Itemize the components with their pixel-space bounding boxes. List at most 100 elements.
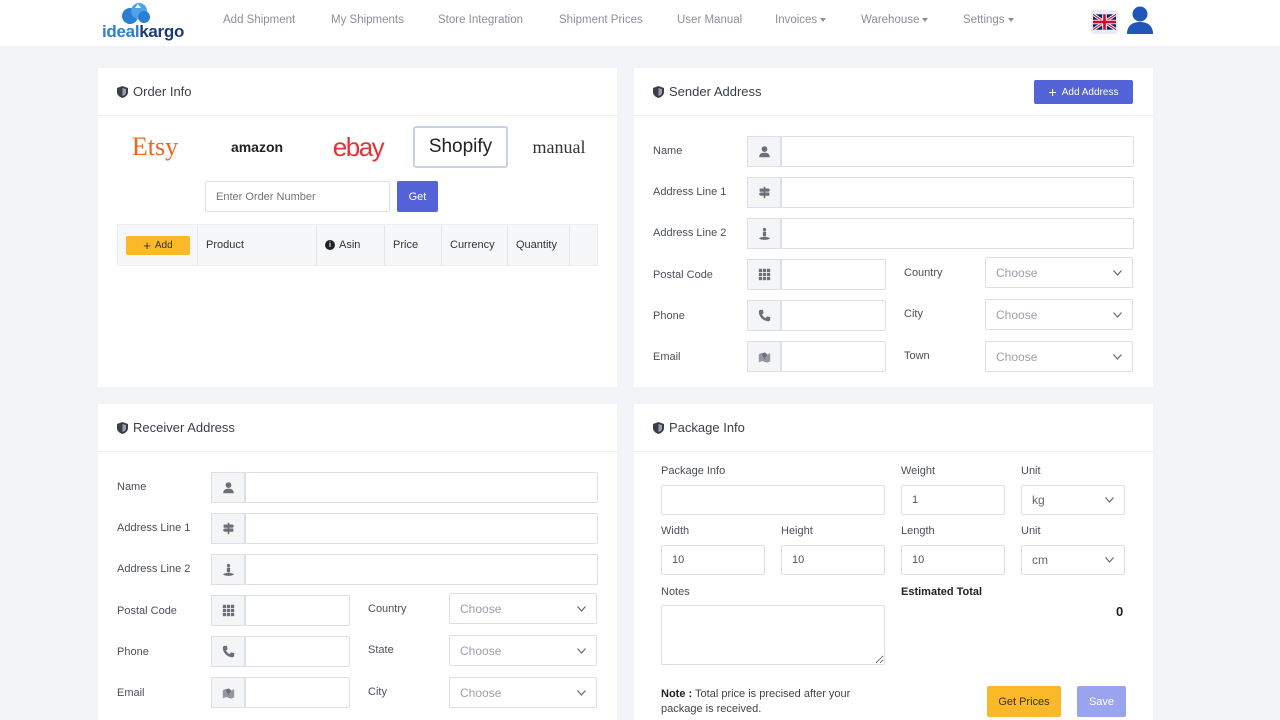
caret-down-icon bbox=[922, 17, 929, 22]
length-input[interactable] bbox=[901, 545, 1005, 575]
plus-icon: + bbox=[1048, 84, 1057, 100]
length-unit-label: Unit bbox=[1021, 525, 1041, 537]
receiver-phone-input[interactable] bbox=[245, 636, 350, 667]
brand-logo[interactable]: idealkargo bbox=[102, 2, 184, 42]
sender-address2-label: Address Line 2 bbox=[653, 227, 727, 239]
nav-shipment-prices[interactable]: Shipment Prices bbox=[559, 14, 643, 26]
save-button[interactable]: Save bbox=[1077, 686, 1126, 717]
sender-address-card: Sender Address + Add Address Name Address… bbox=[634, 68, 1153, 387]
person-icon bbox=[747, 136, 781, 167]
weight-unit-select[interactable]: kg bbox=[1021, 485, 1125, 515]
sender-country-select[interactable]: Choose bbox=[985, 257, 1133, 288]
shield-icon bbox=[117, 421, 128, 434]
chevron-down-icon bbox=[577, 647, 586, 654]
sender-email-input[interactable] bbox=[781, 341, 886, 372]
weight-label: Weight bbox=[901, 465, 936, 477]
weight-unit-label: Unit bbox=[1021, 465, 1041, 477]
top-navbar: idealkargo Add Shipment My Shipments Sto… bbox=[0, 0, 1280, 46]
user-icon[interactable] bbox=[1126, 5, 1154, 35]
receiver-address1-label: Address Line 1 bbox=[117, 522, 191, 534]
grid-icon bbox=[211, 595, 245, 626]
package-info-header: Package Info bbox=[634, 404, 1153, 452]
sender-city-select[interactable]: Choose bbox=[985, 299, 1133, 330]
nav-settings[interactable]: Settings bbox=[963, 14, 1014, 26]
receiver-country-select[interactable]: Choose bbox=[449, 593, 597, 624]
grid-icon bbox=[747, 259, 781, 290]
price-note: Note : Total price is precised after you… bbox=[661, 688, 851, 715]
add-product-button[interactable]: + Add bbox=[126, 235, 190, 255]
marketplace-manual[interactable]: manual bbox=[516, 126, 602, 168]
column-price: Price bbox=[385, 225, 442, 265]
receiver-address1-input[interactable] bbox=[245, 513, 598, 544]
add-cell: + Add bbox=[118, 225, 198, 265]
shield-icon bbox=[653, 85, 664, 98]
receiver-state-select[interactable]: Choose bbox=[449, 635, 597, 666]
package-info-title: Package Info bbox=[669, 420, 745, 435]
signpost-icon bbox=[211, 513, 245, 544]
chevron-down-icon bbox=[1113, 311, 1122, 318]
nav-user-manual[interactable]: User Manual bbox=[677, 14, 742, 26]
sender-address1-label: Address Line 1 bbox=[653, 186, 727, 198]
chevron-down-icon bbox=[1105, 497, 1114, 503]
get-prices-button[interactable]: Get Prices bbox=[987, 686, 1061, 717]
sender-address2-input[interactable] bbox=[781, 218, 1134, 249]
add-address-button[interactable]: + Add Address bbox=[1034, 80, 1133, 104]
brand-name: idealkargo bbox=[102, 22, 185, 41]
weight-input[interactable] bbox=[901, 485, 1005, 515]
map-marker-icon bbox=[747, 341, 781, 372]
map-marker-icon bbox=[211, 677, 245, 708]
get-order-button[interactable]: Get bbox=[397, 181, 438, 212]
length-label: Length bbox=[901, 525, 935, 537]
sender-phone-input[interactable] bbox=[781, 300, 886, 331]
caret-down-icon bbox=[1007, 17, 1014, 22]
length-unit-select[interactable]: cm bbox=[1021, 545, 1125, 575]
marketplace-etsy[interactable]: Etsy bbox=[112, 126, 198, 168]
person-icon bbox=[211, 472, 245, 503]
phone-icon bbox=[211, 636, 245, 667]
receiver-address2-input[interactable] bbox=[245, 554, 598, 585]
phone-icon bbox=[747, 300, 781, 331]
receiver-email-input[interactable] bbox=[245, 677, 350, 708]
sender-town-select[interactable]: Choose bbox=[985, 341, 1133, 372]
receiver-name-input[interactable] bbox=[245, 472, 598, 503]
street-view-icon bbox=[747, 218, 781, 249]
chevron-down-icon bbox=[1113, 353, 1122, 360]
nav-store-integration[interactable]: Store Integration bbox=[438, 14, 523, 26]
height-input[interactable] bbox=[781, 545, 885, 575]
column-product: Product bbox=[198, 225, 317, 265]
marketplace-shopify[interactable]: Shopify bbox=[413, 126, 508, 168]
signpost-icon bbox=[747, 177, 781, 208]
width-input[interactable] bbox=[661, 545, 765, 575]
sender-name-input[interactable] bbox=[781, 136, 1134, 167]
chevron-down-icon bbox=[577, 605, 586, 612]
receiver-address2-label: Address Line 2 bbox=[117, 563, 191, 575]
sender-country-label: Country bbox=[904, 267, 943, 279]
notes-textarea[interactable] bbox=[661, 605, 885, 665]
chevron-down-icon bbox=[1105, 557, 1114, 563]
sender-address1-input[interactable] bbox=[781, 177, 1134, 208]
receiver-phone-label: Phone bbox=[117, 646, 149, 658]
manual-logo-text: manual bbox=[532, 136, 586, 157]
chevron-down-icon bbox=[577, 689, 586, 696]
nav-invoices[interactable]: Invoices bbox=[775, 14, 827, 26]
language-selector[interactable] bbox=[1091, 10, 1118, 34]
shopify-logo-text: Shopify bbox=[428, 136, 493, 157]
marketplace-amazon[interactable]: amazon bbox=[212, 126, 302, 168]
package-info-input[interactable] bbox=[661, 485, 885, 515]
nav-add-shipment[interactable]: Add Shipment bbox=[223, 14, 295, 26]
receiver-city-select[interactable]: Choose bbox=[449, 677, 597, 708]
order-number-input[interactable] bbox=[205, 181, 390, 212]
chevron-down-icon bbox=[1113, 269, 1122, 276]
shield-icon bbox=[653, 421, 664, 434]
receiver-name-label: Name bbox=[117, 481, 147, 493]
column-currency: Currency bbox=[442, 225, 508, 265]
marketplace-ebay[interactable]: ebay bbox=[310, 126, 406, 168]
nav-warehouse[interactable]: Warehouse bbox=[861, 14, 929, 26]
column-asin: i Asin bbox=[317, 225, 385, 265]
receiver-postal-input[interactable] bbox=[245, 595, 350, 626]
sender-postal-input[interactable] bbox=[781, 259, 886, 290]
sender-postal-label: Postal Code bbox=[653, 269, 713, 281]
nav-my-shipments[interactable]: My Shipments bbox=[331, 14, 404, 26]
sender-name-label: Name bbox=[653, 145, 683, 157]
sender-city-label: City bbox=[904, 308, 923, 320]
